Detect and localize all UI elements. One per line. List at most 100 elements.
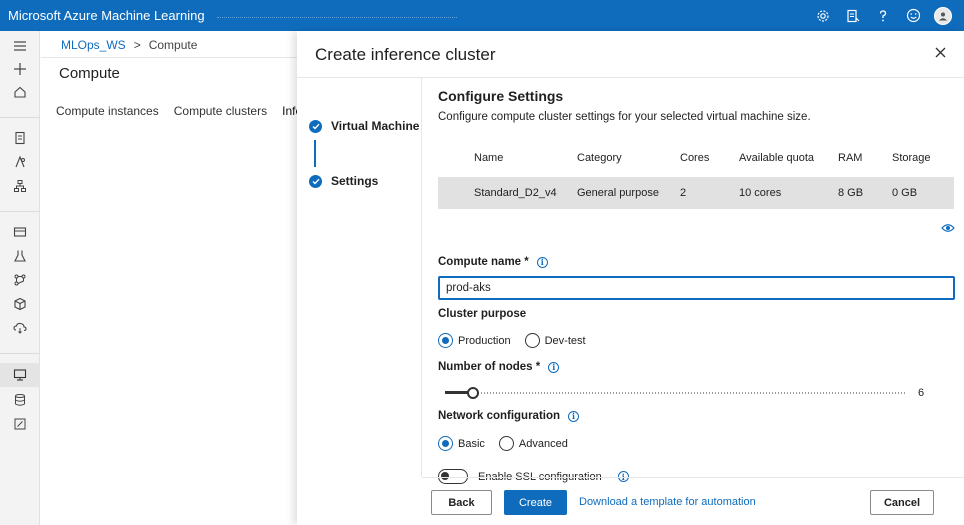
breadcrumb-current[interactable]: Compute	[149, 38, 198, 52]
rail-divider	[0, 211, 40, 212]
compute-tabs: Compute instances Compute clusters Infer…	[56, 104, 313, 118]
breadcrumb: MLOps_WS > Compute	[61, 38, 197, 52]
table-row[interactable]: Standard_D2_v4 General purpose 2 10 core…	[438, 177, 954, 209]
tab-compute-clusters[interactable]: Compute clusters	[174, 104, 267, 118]
step-label: Virtual Machine	[331, 119, 420, 133]
gear-icon[interactable]	[808, 0, 838, 31]
top-bar: Microsoft Azure Machine Learning	[0, 0, 964, 31]
home-icon[interactable]	[11, 83, 29, 101]
close-button[interactable]	[931, 43, 949, 61]
experiments-icon[interactable]	[11, 247, 29, 265]
labeling-icon[interactable]	[11, 415, 29, 433]
cluster-purpose-options: Production Dev-test	[438, 333, 586, 348]
notes-icon[interactable]	[838, 0, 868, 31]
cell-category: General purpose	[577, 187, 659, 199]
nodes-text: Number of nodes	[438, 361, 533, 373]
column-header-cores: Cores	[680, 152, 710, 164]
radio-label: Basic	[458, 437, 485, 450]
radio-selected-icon	[438, 436, 453, 451]
create-button[interactable]: Create	[504, 490, 567, 515]
plus-icon[interactable]	[11, 60, 29, 78]
section-title: Configure Settings	[438, 88, 564, 104]
cell-quota: 10 cores	[739, 187, 782, 199]
checkmark-icon	[309, 174, 322, 188]
radio-label: Dev-test	[544, 334, 586, 347]
radio-advanced[interactable]: Advanced	[498, 436, 568, 451]
section-description: Configure compute cluster settings for y…	[438, 111, 811, 123]
endpoints-icon[interactable]	[11, 319, 29, 337]
eye-icon[interactable]	[941, 222, 955, 234]
required-marker: *	[535, 361, 541, 373]
radio-unselected-icon	[524, 333, 540, 348]
automl-icon[interactable]	[11, 153, 29, 171]
pipelines-icon[interactable]	[11, 271, 29, 289]
panel-title: Create inference cluster	[315, 45, 496, 64]
compute-name-input[interactable]	[438, 276, 955, 300]
settings-form: Configure Settings Configure compute clu…	[438, 78, 955, 484]
radio-production[interactable]: Production	[438, 333, 511, 348]
tab-compute-instances[interactable]: Compute instances	[56, 104, 159, 118]
create-inference-cluster-panel: Create inference cluster Virtual Machine…	[297, 31, 964, 525]
radio-basic[interactable]: Basic	[438, 436, 485, 451]
checkmark-icon	[309, 119, 322, 133]
notebook-icon[interactable]	[11, 129, 29, 147]
info-icon[interactable]: i	[568, 410, 580, 422]
compute-name-text: Compute name	[438, 256, 522, 268]
radio-unselected-icon	[498, 436, 514, 451]
close-icon	[935, 47, 945, 57]
avatar[interactable]	[928, 0, 958, 31]
rail-divider	[0, 353, 40, 354]
nodes-label: Number of nodes * i	[438, 361, 560, 373]
wizard-steps: Virtual Machine Settings	[297, 78, 422, 477]
step-connector	[314, 140, 316, 167]
models-icon[interactable]	[11, 295, 29, 313]
app-title[interactable]: Microsoft Azure Machine Learning	[8, 8, 205, 23]
step-settings[interactable]: Settings	[309, 174, 378, 188]
cluster-purpose-label: Cluster purpose	[438, 308, 527, 320]
radio-label: Production	[458, 334, 511, 347]
help-icon[interactable]	[868, 0, 898, 31]
designer-icon[interactable]	[11, 177, 29, 195]
datastores-icon[interactable]	[11, 391, 29, 409]
left-rail	[0, 31, 40, 525]
nodes-slider[interactable]	[445, 387, 907, 399]
hamburger-icon[interactable]	[11, 37, 29, 55]
step-label: Settings	[331, 174, 379, 188]
breadcrumb-divider	[41, 57, 301, 58]
feedback-icon[interactable]	[898, 0, 928, 31]
slider-track	[445, 392, 907, 394]
rail-divider	[0, 117, 40, 118]
datasets-icon[interactable]	[11, 223, 29, 241]
info-icon[interactable]: i	[548, 361, 560, 373]
network-config-label: Network configuration i	[438, 410, 580, 422]
top-bar-icons	[808, 0, 958, 31]
footer-divider	[422, 477, 964, 478]
table-header: Name Category Cores Available quota RAM …	[438, 142, 954, 175]
radio-dev-test[interactable]: Dev-test	[524, 333, 586, 348]
network-config-text: Network configuration	[438, 410, 561, 422]
download-template-link[interactable]: Download a template for automation	[579, 496, 756, 508]
cell-ram: 8 GB	[838, 187, 864, 199]
cell-storage: 0 GB	[892, 187, 918, 199]
slider-thumb[interactable]	[467, 387, 479, 399]
radio-selected-icon	[438, 333, 453, 348]
radio-label: Advanced	[518, 437, 568, 450]
step-virtual-machine[interactable]: Virtual Machine	[309, 119, 419, 133]
column-header-category: Category	[577, 152, 622, 164]
back-button[interactable]: Back	[431, 490, 492, 515]
column-header-name: Name	[474, 152, 504, 164]
info-icon[interactable]: i	[536, 256, 548, 268]
breadcrumb-separator: >	[133, 38, 141, 52]
required-marker: *	[524, 256, 529, 268]
cancel-button[interactable]: Cancel	[870, 490, 934, 515]
cell-name: Standard_D2_v4	[474, 187, 557, 199]
title-divider	[216, 17, 457, 18]
breadcrumb-workspace[interactable]: MLOps_WS	[61, 38, 126, 52]
cell-cores: 2	[680, 187, 687, 199]
compute-name-label: Compute name * i	[438, 256, 548, 268]
page-title: Compute	[59, 65, 120, 82]
avatar-icon	[934, 6, 952, 25]
compute-icon[interactable]	[11, 366, 29, 384]
column-header-ram: RAM	[838, 152, 863, 164]
nodes-value: 6	[918, 387, 925, 399]
